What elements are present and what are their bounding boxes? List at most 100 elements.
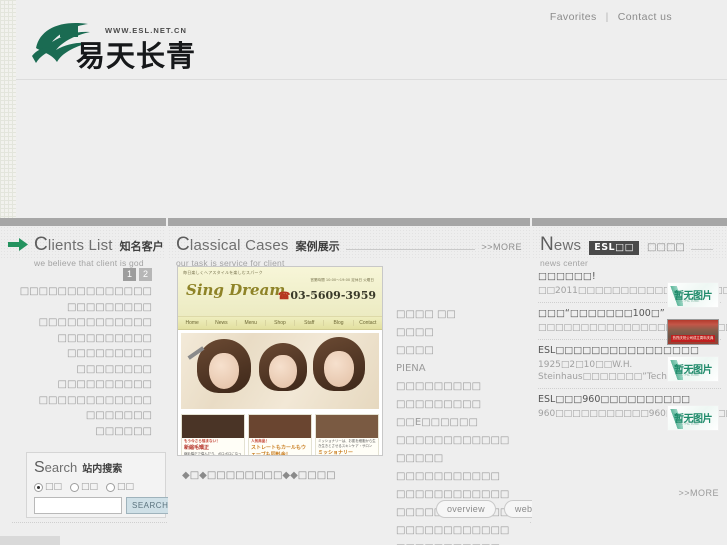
site-search-box: Search 站内搜索 □□ □□ □□ SEARCH [26,452,175,518]
salon-hours: 営業時間 10:00〜19:00 定休日 火曜日 [310,278,374,282]
search-title-cn: 站内搜索 [82,464,123,475]
cases-title-initial: C [176,234,190,255]
list-item[interactable]: □□□□□□□□□□□□□□ [0,284,152,300]
search-title-rest: earch [44,460,78,475]
news-item-thumbnail: 暂无图片 NO PICTURE [667,356,719,382]
banner-area [16,81,727,217]
list-item[interactable]: PIENA [396,360,530,378]
list-item[interactable]: □□□□ □□ [396,306,530,324]
news-title-rest: ews [553,237,582,254]
salon-nav-item: Contact [359,320,377,326]
salon-card: 人気商品！ ストレートもカールもウェーブも同料金！ すべて人毛です。ヘアエクステ… [248,414,312,456]
news-item-body: □□2011□□□□□□□□□□□□□□□□□□□□□□□□□□□□□□□... [538,286,727,296]
list-item[interactable]: □□□□□□□□□ [396,396,530,414]
salon-nav-item: Home [178,320,208,326]
radio-icon[interactable] [106,482,116,492]
clients-page-2[interactable]: 2 [139,268,152,281]
green-arrow-icon [8,238,28,251]
clients-page-1[interactable]: 1 [123,268,136,281]
list-item[interactable]: □□E□□□□□□ [396,414,530,432]
no-image-placeholder-icon: 暂无图片 NO PICTURE [667,405,719,431]
search-radio-option-3[interactable]: □□ [106,482,134,492]
news-more-link[interactable]: >>MORE [678,488,719,498]
clients-title-rest: lients List [47,237,113,254]
no-image-placeholder-icon: 暂无图片 NO PICTURE [667,356,719,382]
list-item[interactable]: □□□□□□□□□□□ [396,468,530,486]
salon-card-headline: 新縮毛矯正 [184,445,210,451]
no-image-subtext: NO PICTURE [678,373,700,377]
news-list: □□□□□□! □□2011□□□□□□□□□□□□□□□□□□□□□□□□□□… [532,266,727,431]
search-radio-option-1[interactable]: □□ [34,482,62,492]
salon-brand-logo: Sing Dream [186,281,286,299]
list-item[interactable]: □□□□□□□□□□□□ [396,522,530,540]
news-title-en: News [540,234,581,256]
list-item[interactable]: □□□□□□□□□□□□ [0,315,152,331]
news-item[interactable]: □□□□□□! □□2011□□□□□□□□□□□□□□□□□□□□□□□□□□… [538,266,727,308]
news-item[interactable]: □□□“□□□□□□□100□” □□□□□□□□□□□□□□□□□□□□□□□… [538,303,727,345]
search-input[interactable] [34,497,122,514]
salon-card-image [249,415,311,438]
news-column: News ESL□□ □□□□ news center □□□□□□! □□20… [532,226,727,545]
cases-title-rule [345,249,476,250]
salon-card-headline: ストレートもカールもウェーブも同料金！ [251,445,307,456]
news-esl-badge: ESL□□ [589,240,640,255]
news-item-body: □□□□□□□□□□□□□□□□□□□□□□□□□□□□□□□□□□□□□”□□… [538,323,727,333]
list-item[interactable]: □□□□□□ [0,424,152,440]
search-radio-option-2[interactable]: □□ [70,482,98,492]
radio-icon[interactable] [70,482,80,492]
news-item-body: 1925□2□10□□W.H. Steinhaus□□□□□□□”Tech... [538,360,676,382]
salon-tagline: 毎日楽しくヘアスタイルを楽しむスパーク [183,270,263,275]
news-item[interactable]: ESL□□□□□□□□□□□□□□□□ 1925□2□10□□W.H. Stei… [538,340,721,389]
news-title-rule [690,249,713,250]
list-item[interactable]: □□□□□□□□□ [396,378,530,396]
salon-nav-item: Menu [237,320,266,326]
clients-subtitle: we believe that client is god [34,258,144,268]
site-logo[interactable]: WWW.ESL.NET.CN 易天长青 [30,18,290,73]
salon-nav-item: Blog [324,320,354,326]
cases-title-rest: lassical Cases [189,237,289,254]
news-item[interactable]: ESL□□□960□□□□□□□□□□ 960□□□□□□□□□□□960□□□… [538,389,727,431]
salon-nav-item: Staff [295,320,325,326]
clients-list: □□□□□□□□□□□□□□ □□□□□□□□□ □□□□□□□□□□□□ □□… [0,284,166,439]
salon-card-body: 縮毛矯正で傷んだり、ボロボロになってしまうのが最新型システム導入 [184,452,242,456]
search-radio-label-1: □□ [45,482,63,492]
no-image-subtext: NO PICTURE [678,422,700,426]
list-item[interactable]: □□□□□□□□□ [0,346,152,362]
search-row: SEARCH [34,497,175,514]
list-item[interactable]: □□□□ [396,324,530,342]
salon-card-image [182,415,244,438]
salon-nav-item: Shop [266,320,296,326]
cases-more-link[interactable]: >>MORE [481,242,522,252]
news-title-initial: N [540,234,554,255]
list-item[interactable]: □□□□□□□□□□□□ [396,432,530,450]
search-title: Search 站内搜索 [34,459,158,477]
list-item[interactable]: □□□□□□□□□ [0,300,152,316]
featured-case-caption: ◆□◆□□□□□□□□◆◆□□□□ [182,470,336,481]
right-column-cap [532,218,727,226]
cases-title-en: Classical Cases [176,234,289,256]
list-item[interactable]: □□□□□□□□□□□ [396,540,530,545]
list-item[interactable]: □□□□ [396,342,530,360]
list-item[interactable]: □□□□□□□□□□ [0,331,152,347]
search-title-en: Search [34,459,77,477]
list-item[interactable]: □□□□□□□□□□ [0,377,152,393]
list-item[interactable]: □□□□□□□□ [0,362,152,378]
list-item[interactable]: □□□□□ [396,450,530,468]
list-item[interactable]: □□□□□□□ [0,408,152,424]
cases-body: 毎日楽しくヘアスタイルを楽しむスパーク Sing Dream 営業時間 10:0… [168,266,530,545]
salon-nav-item: News [207,320,237,326]
salon-website-screenshot: 毎日楽しくヘアスタイルを楽しむスパーク Sing Dream 営業時間 10:0… [178,267,382,455]
clients-pager[interactable]: 1 2 [123,268,152,281]
news-item-thumbnail: 暂无图片 NO PICTURE [667,405,719,431]
radio-icon[interactable] [34,482,43,492]
salon-card: もう今さら悩まない！ 新縮毛矯正 縮毛矯正で傷んだり、ボロボロになってしまうのが… [181,414,245,456]
news-badge-cn: □□□□ [647,242,685,253]
search-radio-label-2: □□ [81,482,99,492]
list-item[interactable]: □□□□□□□□□□□□ [0,393,152,409]
overview-button[interactable]: overview [436,500,496,518]
featured-case-thumbnail[interactable]: 毎日楽しくヘアスタイルを楽しむスパーク Sing Dream 営業時間 10:0… [177,266,383,456]
salon-card-headline: ミッショナリー [318,450,354,456]
cases-title-cn: 案例展示 [295,240,340,253]
middle-column-cap [168,218,530,226]
cases-column: Classical Cases 案例展示 >>MORE our task is … [168,226,559,545]
